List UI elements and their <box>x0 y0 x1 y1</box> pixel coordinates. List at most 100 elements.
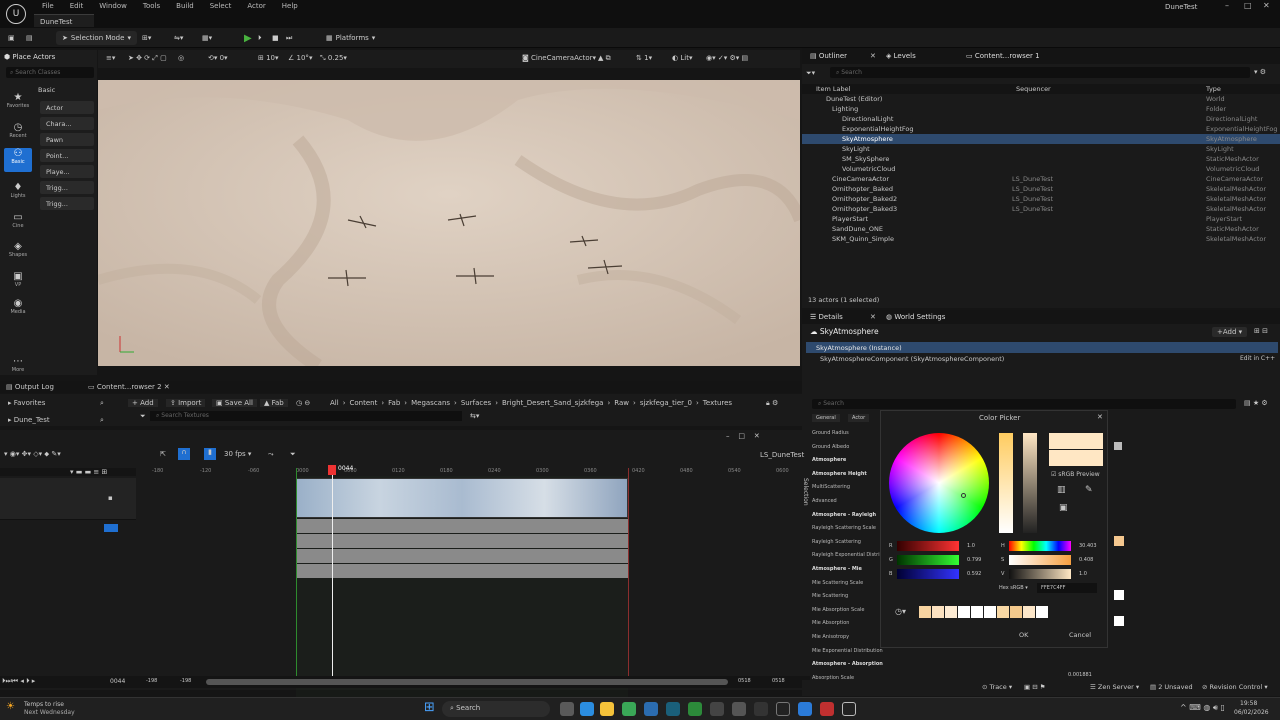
v-value[interactable]: 1.0 <box>1079 571 1087 577</box>
track-section-1[interactable] <box>296 519 628 533</box>
track-list-controls[interactable]: ▾ ▬ ▬ ≡ ⊞ <box>70 468 107 476</box>
clock-date[interactable]: 06/02/2026 <box>1234 709 1269 716</box>
saturation-slider[interactable] <box>999 433 1013 533</box>
details-property[interactable]: Atmosphere <box>812 457 846 463</box>
sequencer-window-controls[interactable]: – □ ✕ <box>726 432 760 440</box>
breadcrumb-item[interactable]: Bright_Desert_Sand_sjzkfega <box>502 399 603 407</box>
details-property[interactable]: Rayleigh Scattering Scale <box>812 525 876 531</box>
unreal-editor-icon[interactable] <box>842 702 856 716</box>
save-all-button[interactable]: ▣ Save All <box>212 399 257 407</box>
eyedropper-icon[interactable]: ✎ <box>1085 485 1093 495</box>
mie-absorption-swatch[interactable] <box>1114 616 1124 626</box>
trace-button[interactable]: ⊙ Trace ▾ <box>982 683 1012 691</box>
v-slider[interactable] <box>1009 569 1071 579</box>
skip-icon[interactable]: ⏭ <box>286 31 292 45</box>
blueprint-icon[interactable]: ⊞▾ <box>142 31 151 45</box>
outliner-row[interactable]: SandDune_ONE StaticMeshActor <box>802 224 1280 234</box>
value-slider[interactable] <box>1023 433 1037 533</box>
filter-icon[interactable]: ⏷ <box>290 450 296 459</box>
b-value[interactable]: 0.592 <box>967 571 981 577</box>
filter-general[interactable]: General <box>812 414 840 422</box>
stop-icon[interactable]: ■ <box>272 31 279 45</box>
h-slider[interactable] <box>1009 541 1071 551</box>
tab-content-browser-2[interactable]: ▭ Content...rowser 2 ✕ <box>88 383 170 391</box>
h-value[interactable]: 30.403 <box>1079 543 1097 549</box>
history-nav-icons[interactable]: ◷ ⊖ <box>296 399 310 407</box>
breadcrumb-item[interactable]: Surfaces <box>461 399 491 407</box>
weather-text[interactable]: Temps to rise <box>24 701 64 708</box>
range-start-view[interactable]: -198 <box>180 678 191 684</box>
unreal-logo-icon[interactable]: U <box>6 4 26 24</box>
details-property[interactable]: Mie Exponential Distribution <box>812 648 883 654</box>
outliner-row[interactable]: Ornithopter_Baked LS_DuneTest SkeletalMesh… <box>802 184 1280 194</box>
history-icon[interactable]: ◷▾ <box>895 607 906 616</box>
history-swatch[interactable] <box>984 606 996 618</box>
viewport-menu-icon[interactable]: ≡▾ <box>106 54 115 62</box>
timeline-scrollbar[interactable] <box>206 679 728 685</box>
breadcrumb-item[interactable]: sjzkfega_tier_0 <box>640 399 692 407</box>
fab-button[interactable]: ▲ Fab <box>260 399 288 407</box>
close-details-icon[interactable]: ✕ <box>870 313 876 321</box>
details-property[interactable]: Mie Scattering <box>812 593 848 599</box>
search-classes-input[interactable]: ⌕ Search Classes <box>6 67 94 78</box>
camera-cut-thumbnail-track[interactable] <box>296 478 628 518</box>
range-end[interactable]: 0518 <box>738 678 751 684</box>
history-swatch[interactable] <box>1023 606 1035 618</box>
basic-item-point-light[interactable]: Point... <box>40 149 94 162</box>
category-lights[interactable]: ♦ Lights <box>4 182 32 199</box>
clock-time[interactable]: 19:58 <box>1240 700 1257 707</box>
lit-mode-dropdown[interactable]: ◐ Lit▾ <box>672 54 692 62</box>
blueprint-add-icon[interactable]: ⊞ ⊟ <box>1254 327 1268 335</box>
app-icon-3[interactable] <box>820 702 834 716</box>
outliner-row[interactable]: SKM_Quinn_Simple SkeletalMeshActor <box>802 234 1280 244</box>
playhead-line[interactable] <box>332 466 333 676</box>
taskview-icon[interactable] <box>560 702 574 716</box>
outliner-row[interactable]: CineCameraActor LS_DuneTest CineCameraActo… <box>802 174 1280 184</box>
history-swatch[interactable] <box>1036 606 1048 618</box>
level-tab[interactable]: DuneTest <box>34 14 94 27</box>
outliner-row[interactable]: ExponentialHeightFog ExponentialHeightFog <box>802 124 1280 134</box>
history-swatch[interactable] <box>1010 606 1022 618</box>
outliner-row[interactable]: Lighting Folder <box>802 104 1280 114</box>
outliner-row[interactable]: SM_SkySphere StaticMeshActor <box>802 154 1280 164</box>
details-property[interactable]: MultiScattering <box>812 484 850 490</box>
status-icons[interactable]: ▣ ⊟ ⚑ <box>1024 683 1046 691</box>
history-swatch[interactable] <box>971 606 983 618</box>
details-property[interactable]: Mie Anisotropy <box>812 634 849 640</box>
color-theme-icon[interactable]: ▥ <box>1057 485 1066 495</box>
basic-item-character[interactable]: Chara... <box>40 117 94 130</box>
category-media[interactable]: ◉ Media <box>4 298 32 315</box>
filter-actor[interactable]: Actor <box>848 414 870 422</box>
snap-icon[interactable]: ∩ <box>178 448 190 460</box>
close-picker-icon[interactable]: ✕ <box>1097 413 1103 421</box>
scale-snap[interactable]: ⤡ 0.25▾ <box>320 54 347 63</box>
details-property[interactable]: Rayleigh Scattering <box>812 539 861 545</box>
history-swatch[interactable] <box>945 606 957 618</box>
search-textures-input[interactable]: ⌕ Search Textures <box>150 411 462 421</box>
component-instance-row[interactable]: SkyAtmosphere (Instance) <box>806 342 1278 353</box>
g-value[interactable]: 0.799 <box>967 557 981 563</box>
b-slider[interactable] <box>897 569 959 579</box>
details-property[interactable]: Atmosphere - Rayleigh <box>812 512 876 518</box>
track-section-3[interactable] <box>296 549 628 563</box>
r-value[interactable]: 1.0 <box>967 543 975 549</box>
ok-button[interactable]: OK <box>1019 631 1028 639</box>
tab-outliner[interactable]: ▤ Outliner <box>810 52 847 60</box>
details-property[interactable]: Advanced <box>812 498 837 504</box>
absorption-scale-value[interactable]: 0.001881 <box>1068 672 1092 678</box>
breadcrumb-item[interactable]: Textures <box>703 399 732 407</box>
chrome-icon[interactable] <box>622 702 636 716</box>
ground-albedo-swatch[interactable] <box>1114 442 1122 450</box>
auto-key-icon[interactable]: ▮ <box>204 448 216 460</box>
hex-input[interactable]: FFE7C4FF <box>1037 583 1097 593</box>
history-swatch[interactable] <box>932 606 944 618</box>
track-section-4[interactable] <box>296 564 628 578</box>
zen-server-button[interactable]: ☰ Zen Server ▾ <box>1090 683 1139 691</box>
details-search-input[interactable]: ⌕ Search <box>812 399 1236 409</box>
category-shapes[interactable]: ◈ Shapes <box>4 241 32 258</box>
camera-dropdown[interactable]: ◙ CineCameraActor▾ <box>522 54 596 62</box>
r-slider[interactable] <box>897 541 959 551</box>
angle-snap[interactable]: ∠ 10°▾ <box>288 54 312 62</box>
outliner-row[interactable]: Ornithopter_Baked2 LS_DuneTest SkeletalMes… <box>802 194 1280 204</box>
category-recent[interactable]: ◷ Recent <box>4 122 32 139</box>
